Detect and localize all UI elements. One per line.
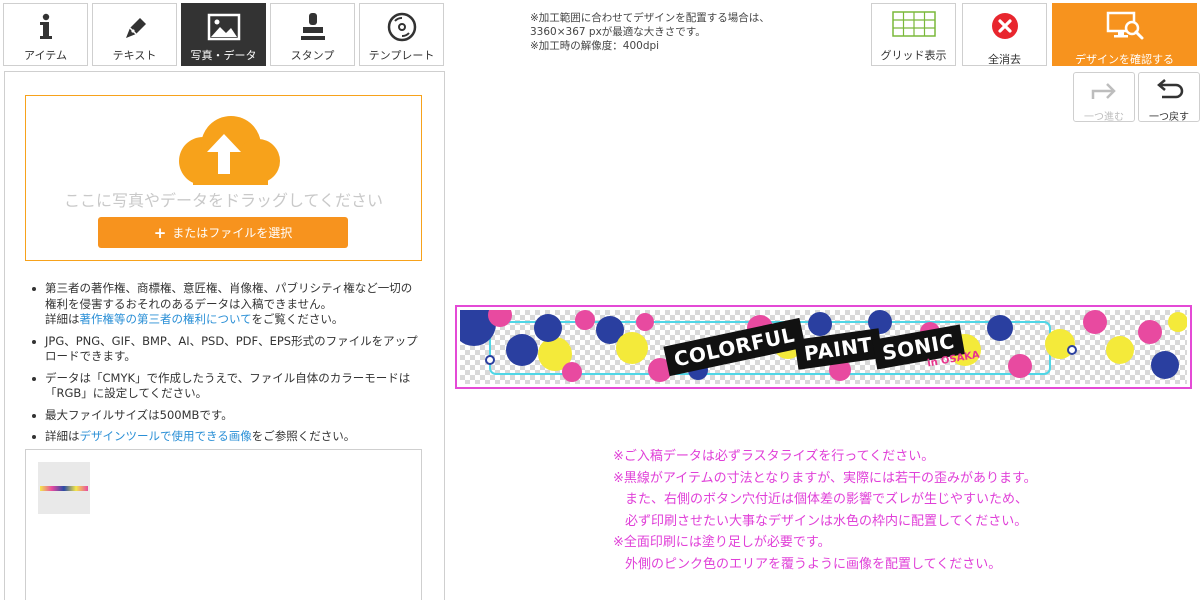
third-party-rights-link[interactable]: 著作権等の第三者の権利について — [80, 312, 252, 326]
drop-zone[interactable]: ここに写真やデータをドラッグしてください + またはファイルを選択 — [25, 95, 422, 261]
print-note-line: 必ず印刷させたい大事なデザインは水色の枠内に配置してください。 — [625, 513, 1028, 529]
disc-icon — [385, 12, 419, 42]
grid-toggle-button[interactable]: グリッド表示 — [871, 3, 956, 66]
tool-tabs: アイテム テキスト 写真・データ スタンプ テンプレート — [3, 3, 444, 66]
photo-data-panel: ここに写真やデータをドラッグしてください + またはファイルを選択 第三者の著作… — [4, 71, 445, 600]
note-text: をご覧ください。 — [251, 312, 344, 326]
undo-button[interactable]: 一つ戻す — [1138, 72, 1200, 123]
note-text: 詳細は — [45, 429, 80, 443]
info-icon — [29, 12, 63, 42]
grid-toggle-label: グリッド表示 — [880, 49, 947, 62]
design-canvas[interactable]: COLORFUL PAINT SONIC in OSAKA — [455, 305, 1192, 389]
select-file-label: またはファイルを選択 — [172, 226, 293, 240]
note-text: をご参照ください。 — [251, 429, 356, 443]
size-notice: ※加工範囲に合わせてデザインを配置する場合は、 3360×367 pxが最適な大… — [530, 11, 770, 53]
list-item: 最大ファイルサイズは500MBです。 — [29, 408, 421, 424]
thumbnail-image — [40, 485, 88, 491]
cloud-upload-icon — [163, 116, 285, 186]
note-text: 第三者の著作権、商標権、意匠権、肖像権、パブリシティ権など一切の権利を侵害するお… — [45, 281, 413, 311]
note-text: 詳細は — [45, 312, 80, 326]
drop-zone-text: ここに写真やデータをドラッグしてください — [63, 191, 384, 210]
notice-line: 3360×367 pxが最適な大きさです。 — [530, 26, 706, 38]
tab-stamp[interactable]: スタンプ — [270, 3, 355, 66]
tab-text-label: テキスト — [112, 49, 157, 62]
uploaded-thumbnail[interactable] — [38, 462, 90, 514]
notice-line: ※加工範囲に合わせてデザインを配置する場合は、 — [530, 12, 770, 24]
print-note-line: また、右側のボタン穴付近は個体差の影響でズレが生じやすいため、 — [625, 492, 1029, 507]
plus-icon: + — [153, 223, 167, 242]
redo-button[interactable]: 一つ進む — [1073, 72, 1135, 123]
upload-notes: 第三者の著作権、商標権、意匠権、肖像権、パブリシティ権など一切の権利を侵害するお… — [29, 281, 421, 451]
confirm-design-label: デザインを確認する — [1075, 53, 1174, 66]
tab-template-label: テンプレート — [368, 49, 435, 62]
list-item: JPG、PNG、GIF、BMP、AI、PSD、PDF、EPS形式のファイルをアッ… — [29, 334, 421, 365]
pen-icon — [118, 12, 152, 42]
undo-icon — [1154, 79, 1184, 105]
print-note-line: ※黒線がアイテムの寸法となりますが、実際には若干の歪みがあります。 — [613, 470, 1037, 486]
undo-label: 一つ戻す — [1149, 112, 1189, 123]
print-note-line: ※ご入稿データは必ずラスタライズを行ってください。 — [613, 449, 935, 464]
image-icon — [207, 12, 241, 42]
tab-item[interactable]: アイテム — [3, 3, 88, 66]
confirm-design-button[interactable]: デザインを確認する — [1052, 3, 1197, 66]
grid-icon — [891, 11, 936, 41]
clear-all-label: 全消去 — [988, 53, 1021, 66]
clear-all-button[interactable]: 全消去 — [962, 3, 1047, 66]
list-item: 詳細はデザインツールで使用できる画像をご参照ください。 — [29, 429, 421, 445]
usable-images-link[interactable]: デザインツールで使用できる画像 — [80, 429, 252, 443]
notice-line: ※加工時の解像度：400dpi — [530, 40, 660, 52]
uploaded-files-box — [25, 449, 422, 600]
list-item: データは「CMYK」で作成したうえで、ファイル自体のカラーモードは「RGB」に設… — [29, 371, 421, 402]
tab-photo-data[interactable]: 写真・データ — [181, 3, 266, 66]
tab-template[interactable]: テンプレート — [359, 3, 444, 66]
close-circle-icon — [990, 11, 1020, 45]
stamp-icon — [296, 12, 330, 42]
list-item: 第三者の著作権、商標権、意匠権、肖像権、パブリシティ権など一切の権利を侵害するお… — [29, 281, 421, 328]
band-design-image[interactable]: COLORFUL PAINT SONIC in OSAKA — [460, 310, 1187, 384]
redo-icon — [1089, 79, 1119, 105]
redo-label: 一つ進む — [1084, 112, 1124, 123]
tab-photo-data-label: 写真・データ — [190, 49, 257, 62]
print-note-line: 外側のピンク色のエリアを覆うように画像を配置してください。 — [625, 556, 1002, 572]
monitor-search-icon — [1105, 11, 1145, 45]
tab-text[interactable]: テキスト — [92, 3, 177, 66]
tab-stamp-label: スタンプ — [290, 49, 335, 62]
print-note-line: ※全面印刷には塗り足しが必要です。 — [613, 535, 831, 550]
print-notes: ※ご入稿データは必ずラスタライズを行ってください。 ※黒線がアイテムの寸法となり… — [613, 446, 1037, 575]
tab-item-label: アイテム — [24, 49, 67, 62]
select-file-button[interactable]: + またはファイルを選択 — [98, 217, 348, 248]
